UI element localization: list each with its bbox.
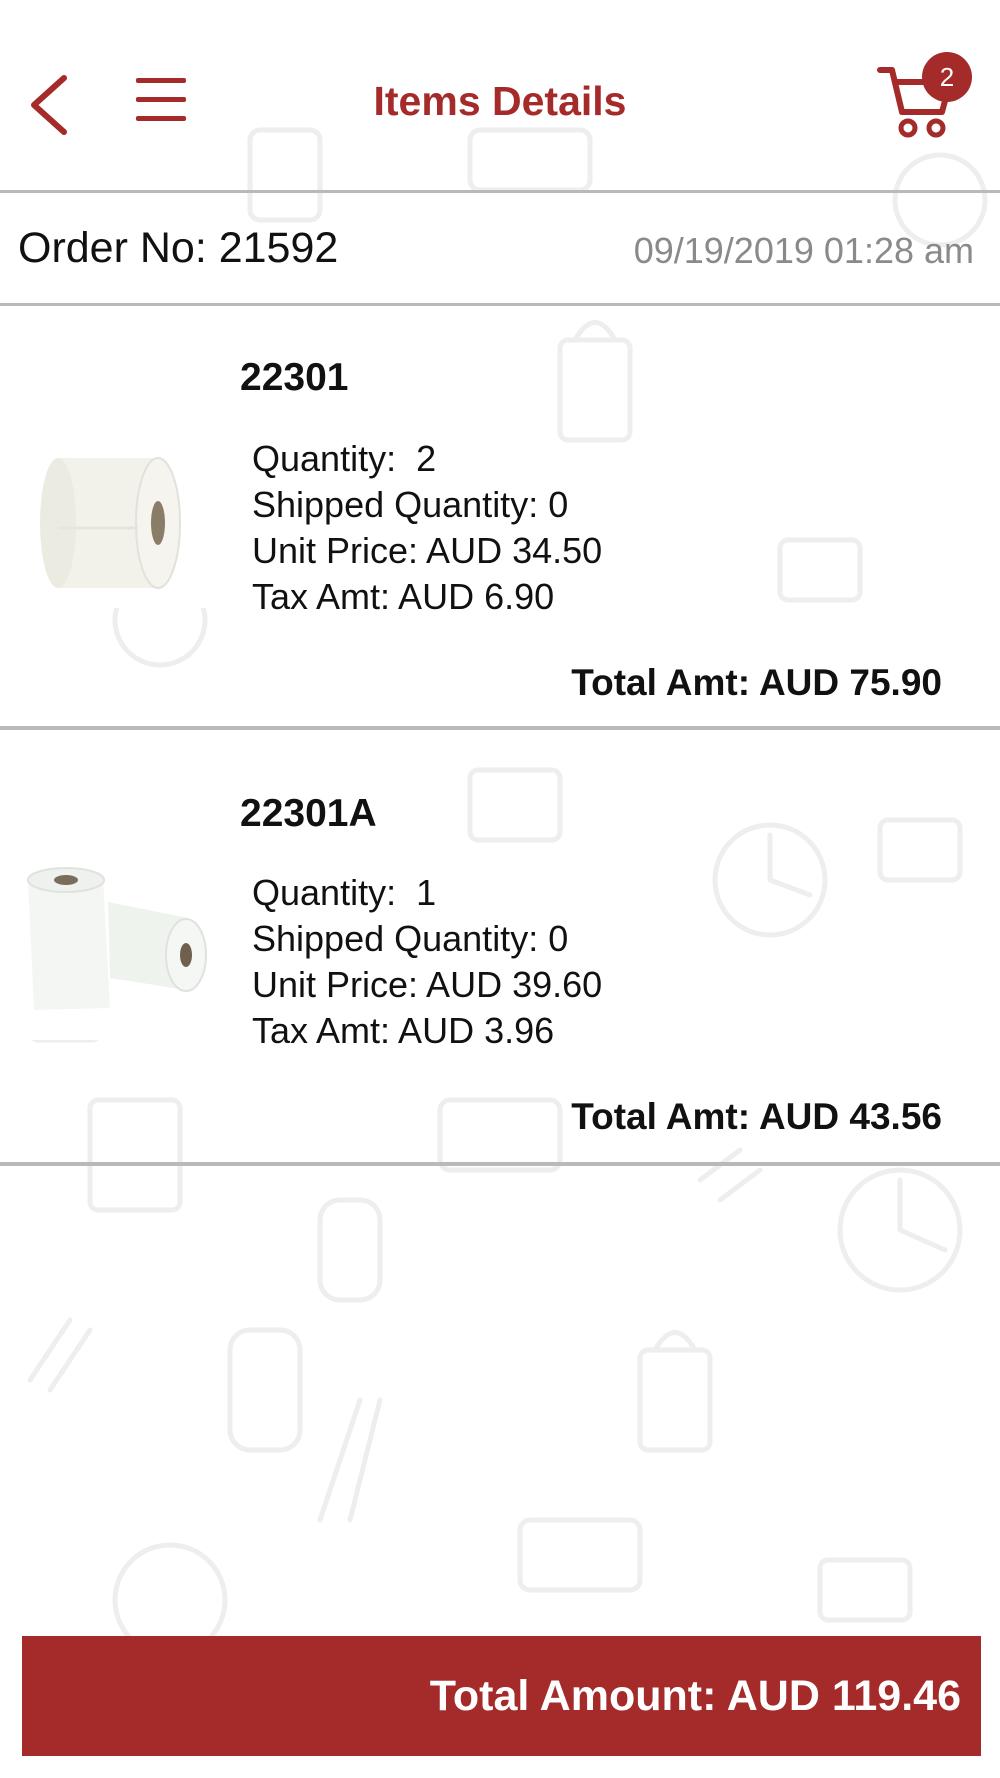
product-image xyxy=(18,408,218,608)
item-divider xyxy=(0,1162,1000,1166)
grand-total-amount: Total Amount: AUD 119.46 xyxy=(429,1672,961,1720)
total-amount-bar: Total Amount: AUD 119.46 xyxy=(22,1636,981,1756)
item-tax-amount: Tax Amt: AUD 6.90 xyxy=(252,576,555,617)
item-unit-price: Unit Price: AUD 34.50 xyxy=(252,530,603,571)
item-quantity: Quantity: 1 xyxy=(252,872,437,913)
item-total-amount: Total Amt: AUD 75.90 xyxy=(571,662,942,703)
item-sku: 22301 xyxy=(240,356,349,399)
order-datetime: 09/19/2019 01:28 am xyxy=(633,230,974,271)
paper-towel-roll-image xyxy=(18,408,218,608)
order-item[interactable]: 22301 Quantity: 2 Shipped Quantity: 0 Un… xyxy=(0,306,1000,726)
item-total-amount: Total Amt: AUD 43.56 xyxy=(571,1096,942,1137)
item-shipped-quantity: Shipped Quantity: 0 xyxy=(252,918,569,959)
item-unit-price: Unit Price: AUD 39.60 xyxy=(252,964,603,1005)
page-title: Items Details xyxy=(373,78,627,124)
item-quantity: Quantity: 2 xyxy=(252,438,437,479)
item-details: Quantity: 2 Shipped Quantity: 0 Unit Pri… xyxy=(252,436,602,620)
cart-count-badge: 2 xyxy=(922,52,972,102)
item-details: Quantity: 1 Shipped Quantity: 0 Unit Pri… xyxy=(252,870,602,1054)
order-item[interactable]: 22301A Quantity: 1 Shipped Quantity: 0 U… xyxy=(0,730,1000,1162)
product-image xyxy=(18,840,218,1040)
item-tax-amount: Tax Amt: AUD 3.96 xyxy=(252,1010,555,1051)
item-sku: 22301A xyxy=(240,792,377,835)
paper-towel-roll-image xyxy=(18,840,218,1040)
header-divider xyxy=(0,190,1000,193)
item-shipped-quantity: Shipped Quantity: 0 xyxy=(252,484,569,525)
app-header: Items Details 2 xyxy=(0,0,1000,190)
order-number: Order No: 21592 xyxy=(18,224,339,272)
